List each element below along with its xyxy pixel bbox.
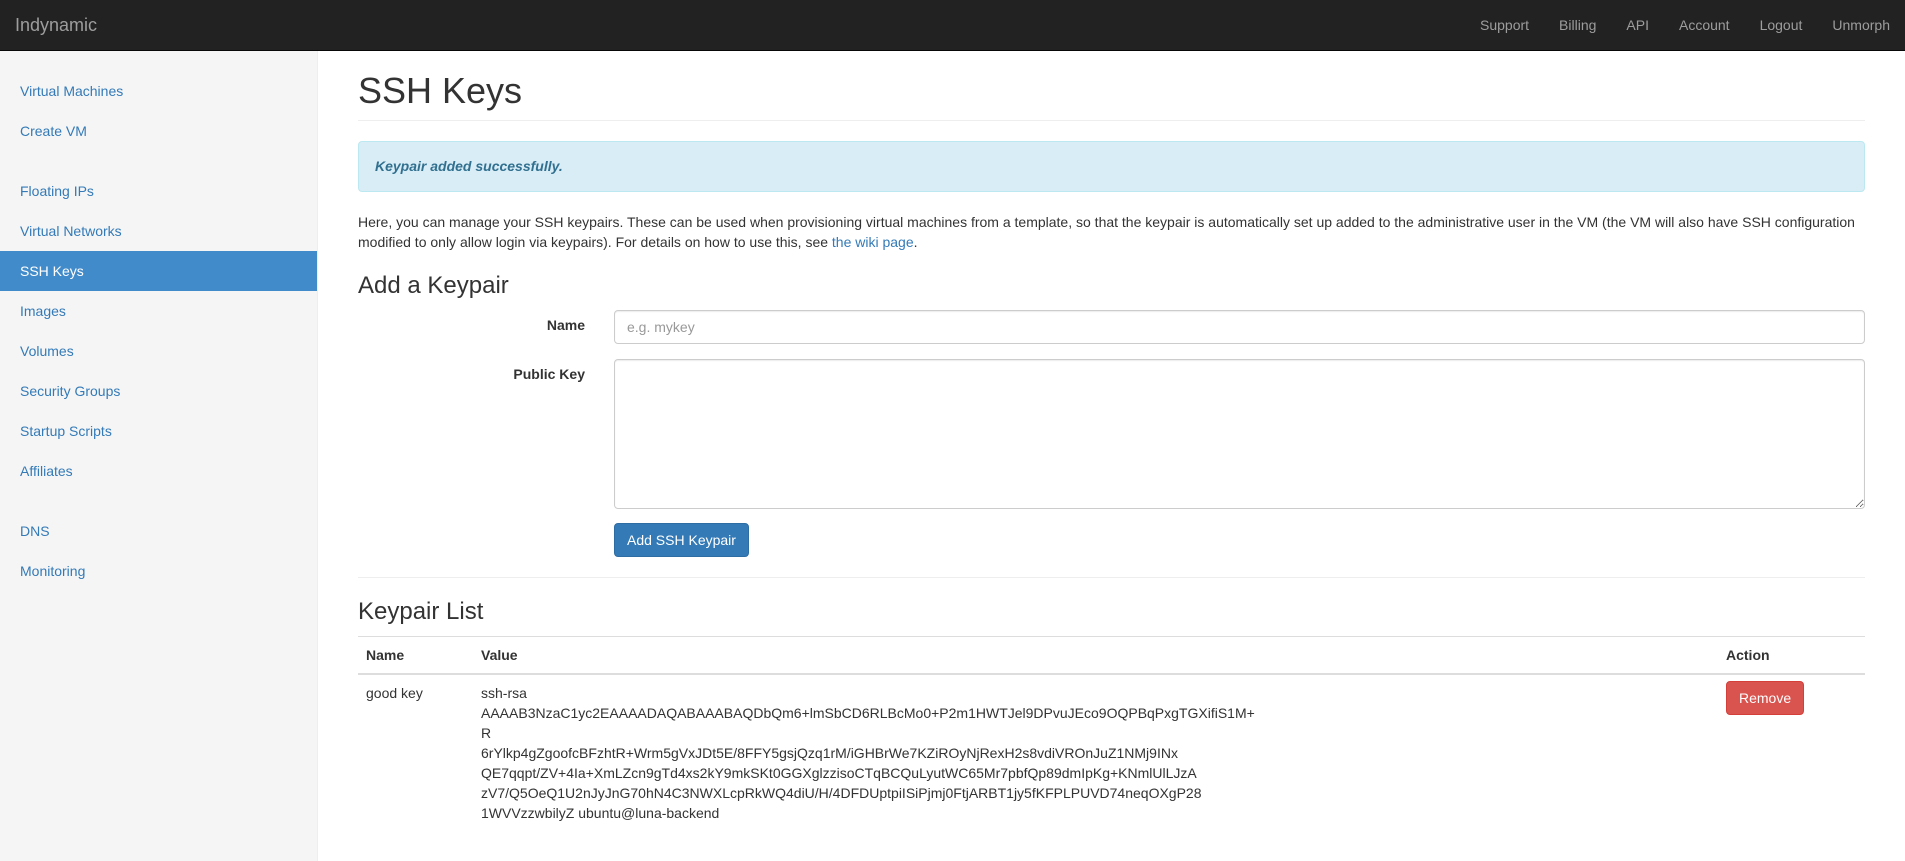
brand-logo[interactable]: Indynamic bbox=[15, 0, 97, 50]
public-key-label: Public Key bbox=[513, 366, 585, 382]
sidebar-item-ssh-keys[interactable]: SSH Keys bbox=[0, 251, 317, 291]
nav-billing[interactable]: Billing bbox=[1544, 0, 1611, 50]
sidebar-item-virtual-networks[interactable]: Virtual Networks bbox=[0, 211, 317, 251]
page-header: SSH Keys bbox=[358, 71, 1865, 121]
intro-end: . bbox=[913, 234, 918, 250]
sidebar-item-dns[interactable]: DNS bbox=[0, 511, 317, 551]
nav-api[interactable]: API bbox=[1611, 0, 1664, 50]
sidebar-item-floating-ips[interactable]: Floating IPs bbox=[0, 171, 317, 211]
top-nav-links: Support Billing API Account Logout Unmor… bbox=[1465, 0, 1905, 50]
add-ssh-keypair-button[interactable]: Add SSH Keypair bbox=[614, 523, 749, 557]
key-line: zV7/Q5OeQ1U2nJyJnG70hN4C3NWXLcpRkWQ4diU/… bbox=[481, 785, 1202, 801]
main-content: SSH Keys Keypair added successfully. Her… bbox=[358, 51, 1865, 831]
remove-keypair-button[interactable]: Remove bbox=[1726, 681, 1805, 715]
name-label: Name bbox=[546, 317, 585, 333]
sidebar-item-monitoring[interactable]: Monitoring bbox=[0, 551, 317, 591]
column-header-name: Name bbox=[358, 636, 473, 675]
key-line: ssh-rsa bbox=[481, 685, 527, 701]
sidebar-item-startup-scripts[interactable]: Startup Scripts bbox=[0, 411, 317, 451]
key-line: 6rYlkp4gZgoofcBFzhtR+Wrm5gVxJDt5E/8FFY5g… bbox=[481, 745, 1178, 761]
name-form-row: Name bbox=[358, 310, 1865, 359]
name-input[interactable] bbox=[614, 310, 1865, 344]
table-header-row: Name Value Action bbox=[358, 636, 1865, 675]
nav-support[interactable]: Support bbox=[1465, 0, 1544, 50]
keypair-table: Name Value Action good key ssh-rsa AAAAB… bbox=[358, 636, 1865, 831]
nav-account[interactable]: Account bbox=[1664, 0, 1745, 50]
top-navbar: Indynamic Support Billing API Account Lo… bbox=[0, 0, 1905, 51]
keypair-name: good key bbox=[358, 673, 473, 831]
sidebar-item-create-vm[interactable]: Create VM bbox=[0, 111, 317, 151]
submit-row: Add SSH Keypair bbox=[358, 523, 1865, 577]
sidebar-item-volumes[interactable]: Volumes bbox=[0, 331, 317, 371]
wiki-link[interactable]: the wiki page bbox=[832, 234, 914, 250]
key-line: 1WVVzzwbilyZ ubuntu@luna-backend bbox=[481, 805, 720, 821]
key-line: QE7qqpt/ZV+4Ia+XmLZcn9gTd4xs2kY9mkSKt0GG… bbox=[481, 765, 1197, 781]
intro-body: Here, you can manage your SSH keypairs. … bbox=[358, 214, 1855, 250]
table-row: good key ssh-rsa AAAAB3NzaC1yc2EAAAADAQA… bbox=[358, 673, 1865, 831]
section-divider bbox=[358, 577, 1865, 578]
sidebar-item-affiliates[interactable]: Affiliates bbox=[0, 451, 317, 491]
sidebar-group-resources: Floating IPs Virtual Networks SSH Keys I… bbox=[0, 171, 317, 491]
intro-text: Here, you can manage your SSH keypairs. … bbox=[358, 212, 1865, 252]
sidebar-group-compute: Virtual Machines Create VM bbox=[0, 71, 317, 151]
sidebar-item-security-groups[interactable]: Security Groups bbox=[0, 371, 317, 411]
column-header-value: Value bbox=[473, 636, 1718, 675]
success-alert: Keypair added successfully. bbox=[358, 141, 1865, 192]
sidebar: Virtual Machines Create VM Floating IPs … bbox=[0, 51, 318, 861]
nav-logout[interactable]: Logout bbox=[1745, 0, 1818, 50]
keypair-action-cell: Remove bbox=[1718, 673, 1865, 831]
sidebar-item-images[interactable]: Images bbox=[0, 291, 317, 331]
public-key-form-row: Public Key bbox=[358, 359, 1865, 523]
sidebar-group-services: DNS Monitoring bbox=[0, 511, 317, 591]
keypair-value: ssh-rsa AAAAB3NzaC1yc2EAAAADAQABAAABAQDb… bbox=[473, 673, 1718, 831]
sidebar-item-virtual-machines[interactable]: Virtual Machines bbox=[0, 71, 317, 111]
add-keypair-heading: Add a Keypair bbox=[358, 272, 509, 299]
page-title: SSH Keys bbox=[358, 70, 523, 111]
nav-unmorph[interactable]: Unmorph bbox=[1817, 0, 1905, 50]
column-header-action: Action bbox=[1718, 636, 1865, 675]
keypair-list-heading: Keypair List bbox=[358, 598, 484, 625]
key-line: AAAAB3NzaC1yc2EAAAADAQABAAABAQDbQm6+lmSb… bbox=[481, 705, 1255, 741]
public-key-textarea[interactable] bbox=[614, 359, 1865, 509]
